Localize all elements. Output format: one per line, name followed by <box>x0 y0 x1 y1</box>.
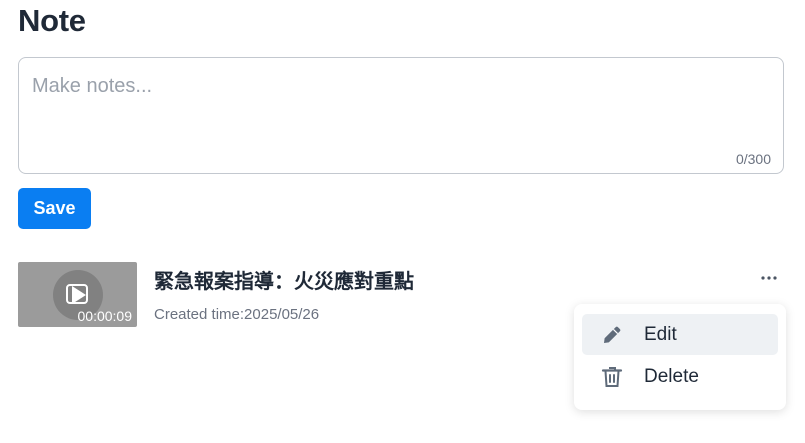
note-title: 緊急報案指導：火災應對重點 <box>154 269 414 293</box>
pencil-icon <box>604 326 621 343</box>
menu-item-label: Delete <box>644 366 699 387</box>
play-icon <box>66 284 88 304</box>
note-textarea[interactable] <box>19 58 783 173</box>
menu-item-edit[interactable]: Edit <box>582 314 778 355</box>
more-options-button[interactable] <box>758 268 780 290</box>
note-actions-menu: Edit Delete <box>574 304 786 410</box>
video-duration: 00:00:09 <box>77 308 133 324</box>
note-page: Note 0/300 Save 00:00:09 緊急報案指導：火災應對重點 C… <box>0 0 805 443</box>
note-editor: 0/300 <box>18 57 784 174</box>
menu-item-delete[interactable]: Delete <box>582 356 778 397</box>
trash-icon <box>601 367 623 387</box>
page-title: Note <box>18 3 86 38</box>
menu-item-label: Edit <box>644 324 677 345</box>
more-horizontal-icon <box>761 276 777 280</box>
note-created-time: Created time:2025/05/26 <box>154 306 320 323</box>
video-thumbnail[interactable]: 00:00:09 <box>18 262 137 327</box>
character-counter: 0/300 <box>735 151 771 167</box>
save-button[interactable]: Save <box>18 188 91 229</box>
